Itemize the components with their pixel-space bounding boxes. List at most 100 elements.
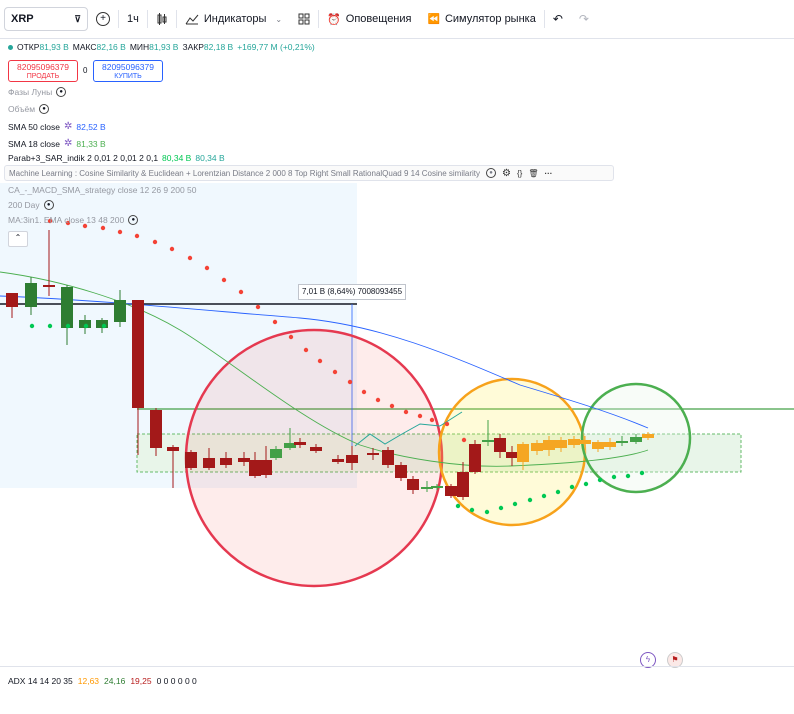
interval-label: 1ч xyxy=(127,13,139,25)
sar-dot xyxy=(569,484,575,490)
low-value: 81,93 B xyxy=(149,42,179,52)
add-symbol-button[interactable]: + xyxy=(88,0,118,38)
chart-type-button[interactable] xyxy=(148,0,176,38)
buy-button[interactable]: 82095096379 КУПИТЬ xyxy=(93,60,163,82)
top-toolbar: XRP ⊽ + 1ч Индикаторы ⌄ ⏰ Оповещения ⏪ С… xyxy=(0,0,794,39)
indicator-ml-label: Machine Learning : Cosine Similarity & E… xyxy=(9,168,480,178)
indicator-ml[interactable]: Machine Learning : Cosine Similarity & E… xyxy=(4,165,614,181)
interval-button[interactable]: 1ч xyxy=(119,0,147,38)
adx-value3: 19,25 xyxy=(130,676,152,686)
candle-body xyxy=(260,460,272,475)
price-chart[interactable] xyxy=(0,38,794,666)
adx-value1: 12,63 xyxy=(77,676,100,686)
eye-icon[interactable]: ● xyxy=(486,168,496,178)
eye-icon[interactable]: ● xyxy=(43,200,54,210)
sar-dot xyxy=(455,503,461,509)
candle-body xyxy=(382,450,394,465)
rewind-icon: ⏪ xyxy=(427,13,440,25)
candle-body xyxy=(185,452,197,468)
alerts-label: Оповещения xyxy=(345,13,412,25)
alerts-button[interactable]: ⏰ Оповещения xyxy=(319,0,419,38)
symbol-text: XRP xyxy=(11,13,34,25)
sar-dot xyxy=(101,323,107,329)
more-icon[interactable]: ··· xyxy=(544,169,552,178)
candle-body xyxy=(630,437,642,442)
candle-body xyxy=(367,453,379,455)
settings-icon[interactable]: ⚙ xyxy=(502,168,511,179)
eye-icon[interactable]: ● xyxy=(128,215,139,225)
indicator-sma50[interactable]: SMA 50 close ✲ 82,52 B xyxy=(8,121,106,132)
compare-icon[interactable]: ⊽ xyxy=(74,14,81,25)
redo-button[interactable]: ↷ xyxy=(571,0,597,38)
indicators-icon xyxy=(185,14,199,25)
chevron-down-icon[interactable]: ⌄ xyxy=(275,15,282,24)
sar-dot xyxy=(238,289,244,295)
candle-body xyxy=(469,444,481,472)
candle-body xyxy=(203,458,215,468)
settings-icon[interactable]: ✲ xyxy=(64,138,72,149)
candle-body xyxy=(457,472,469,497)
indicator-sma18[interactable]: SMA 18 close ✲ 81,33 B xyxy=(8,138,106,149)
sar-dot xyxy=(347,379,353,385)
sar-dot xyxy=(134,233,140,239)
indicator-parab-label: Parab+3_SAR_indik 2 0,01 2 0,01 2 0,1 xyxy=(8,153,159,163)
sar-dot xyxy=(583,481,589,487)
candle-body xyxy=(407,479,419,490)
sar-dot xyxy=(611,474,617,480)
sar-dot xyxy=(100,225,106,231)
sar-dot xyxy=(527,497,533,503)
change-value: +169,77 M (+0,21%) xyxy=(237,42,315,52)
sar-dot xyxy=(187,255,193,261)
indicators-button[interactable]: Индикаторы ⌄ xyxy=(177,0,290,38)
candle-body xyxy=(150,410,162,448)
delete-icon[interactable]: 🗑 xyxy=(528,169,538,178)
indicators-label: Индикаторы xyxy=(203,13,267,25)
ohlc-legend: ОТКР 81,93 B МАКС 82,16 B МИН 81,93 B ЗАКР 8… xyxy=(8,42,315,52)
candle-body xyxy=(270,449,282,458)
sar-dot xyxy=(417,413,423,419)
sell-button[interactable]: 82095096379 ПРОДАТЬ xyxy=(8,60,78,82)
sar-dot xyxy=(117,229,123,235)
candle-body xyxy=(482,440,494,442)
indicator-moon[interactable]: Фазы Луны ● xyxy=(8,87,67,97)
eye-icon[interactable]: ● xyxy=(39,104,50,114)
candle-body xyxy=(543,440,555,450)
open-label: ОТКР xyxy=(17,42,40,52)
candle-body xyxy=(238,458,250,462)
candle-body xyxy=(220,458,232,465)
source-code-icon[interactable]: {} xyxy=(517,169,522,178)
buy-price: 82095096379 xyxy=(101,62,154,72)
adx-label: ADX 14 14 20 35 xyxy=(8,676,73,686)
sar-dot xyxy=(541,493,547,499)
high-value: 82,16 B xyxy=(96,42,126,52)
low-label: МИН xyxy=(129,42,150,52)
candle-body xyxy=(6,293,18,307)
sar-dot xyxy=(484,509,490,515)
indicator-macd[interactable]: CA_-_MACD_SMA_strategy close 12 26 9 200… xyxy=(8,185,197,195)
status-dot xyxy=(8,44,13,50)
candle-body xyxy=(445,486,457,496)
undo-button[interactable]: ↶ xyxy=(545,0,571,38)
sar-dot xyxy=(461,437,467,443)
candle-body xyxy=(310,447,322,451)
replay-button[interactable]: ⏪ Симулятор рынка xyxy=(420,0,544,38)
measure-tooltip: 7,01 B (8,64%) 7008093455 xyxy=(298,284,407,300)
indicator-ma3in1[interactable]: MA:3in1. EMA close 13 48 200 ● xyxy=(8,215,139,225)
candle-body xyxy=(604,442,616,447)
settings-icon[interactable]: ✲ xyxy=(64,121,72,132)
pane-divider xyxy=(0,666,794,667)
candle-body xyxy=(132,300,144,408)
indicator-volume[interactable]: Объём ● xyxy=(8,104,50,114)
layouts-button[interactable] xyxy=(290,0,318,38)
drawings-layer xyxy=(0,183,794,588)
undo-icon: ↶ xyxy=(552,12,563,26)
symbol-search[interactable]: XRP ⊽ xyxy=(4,7,88,31)
chevron-up-icon: ⌃ xyxy=(14,233,22,242)
collapse-legend-button[interactable]: ⌃ xyxy=(8,231,28,247)
eye-icon[interactable]: ● xyxy=(56,87,67,97)
candle-body xyxy=(592,442,604,449)
indicator-parab[interactable]: Parab+3_SAR_indik 2 0,01 2 0,01 2 0,1 80… xyxy=(8,153,225,163)
adx-value2: 24,16 xyxy=(104,676,126,686)
sar-dot xyxy=(597,477,603,483)
indicator-200day[interactable]: 200 Day ● xyxy=(8,200,54,210)
